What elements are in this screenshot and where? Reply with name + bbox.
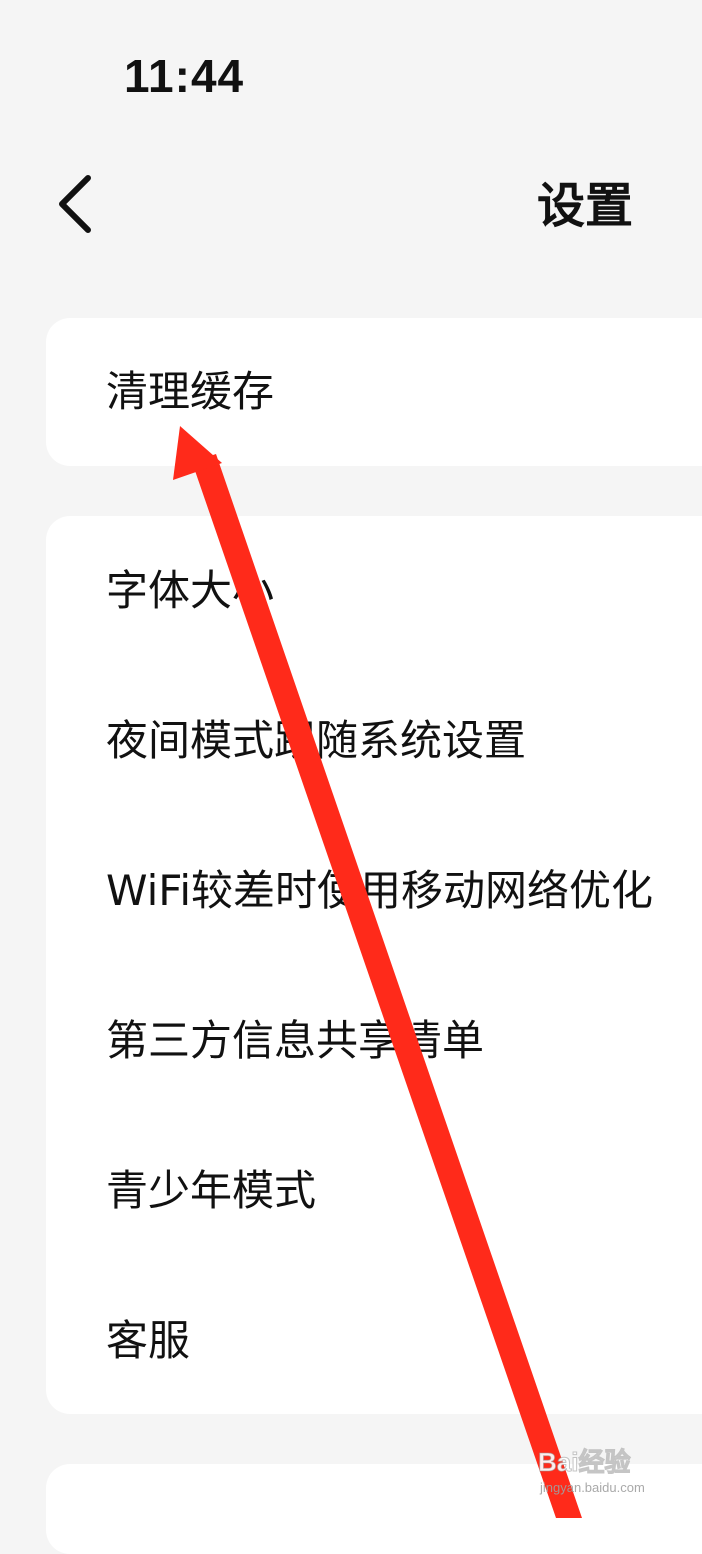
cache-settings-card: 清理缓存 bbox=[46, 318, 702, 466]
settings-item-label: 清理缓存 bbox=[106, 367, 275, 416]
page-title: 设置 bbox=[536, 178, 633, 234]
general-settings-card: 字体大小 夜间模式跟随系统设置 WiFi较差时使用移动网络优化 第三方信息共享清… bbox=[46, 516, 702, 1414]
settings-item-customer-service[interactable]: 客服 bbox=[46, 1266, 702, 1416]
back-button[interactable] bbox=[44, 166, 114, 242]
settings-item-clear-cache[interactable]: 清理缓存 bbox=[46, 318, 702, 466]
chevron-left-icon bbox=[44, 166, 114, 242]
settings-item-night-mode-follow-system[interactable]: 夜间模式跟随系统设置 bbox=[46, 666, 702, 816]
settings-item-label: WiFi较差时使用移动网络优化 bbox=[106, 866, 654, 915]
status-time: 11:44 bbox=[124, 50, 245, 102]
settings-item-label: 客服 bbox=[106, 1316, 191, 1365]
bottom-settings-card bbox=[46, 1464, 702, 1554]
settings-item-font-size[interactable]: 字体大小 bbox=[46, 516, 702, 666]
settings-item-wifi-mobile-network-optimization[interactable]: WiFi较差时使用移动网络优化 bbox=[46, 816, 702, 966]
settings-item-label: 青少年模式 bbox=[106, 1166, 317, 1215]
settings-item-label: 字体大小 bbox=[106, 566, 275, 615]
settings-item-label: 夜间模式跟随系统设置 bbox=[106, 716, 527, 765]
settings-item-label: 第三方信息共享清单 bbox=[106, 1016, 485, 1065]
settings-item-third-party-sharing-list[interactable]: 第三方信息共享清单 bbox=[46, 966, 702, 1116]
settings-item-teen-mode[interactable]: 青少年模式 bbox=[46, 1116, 702, 1266]
